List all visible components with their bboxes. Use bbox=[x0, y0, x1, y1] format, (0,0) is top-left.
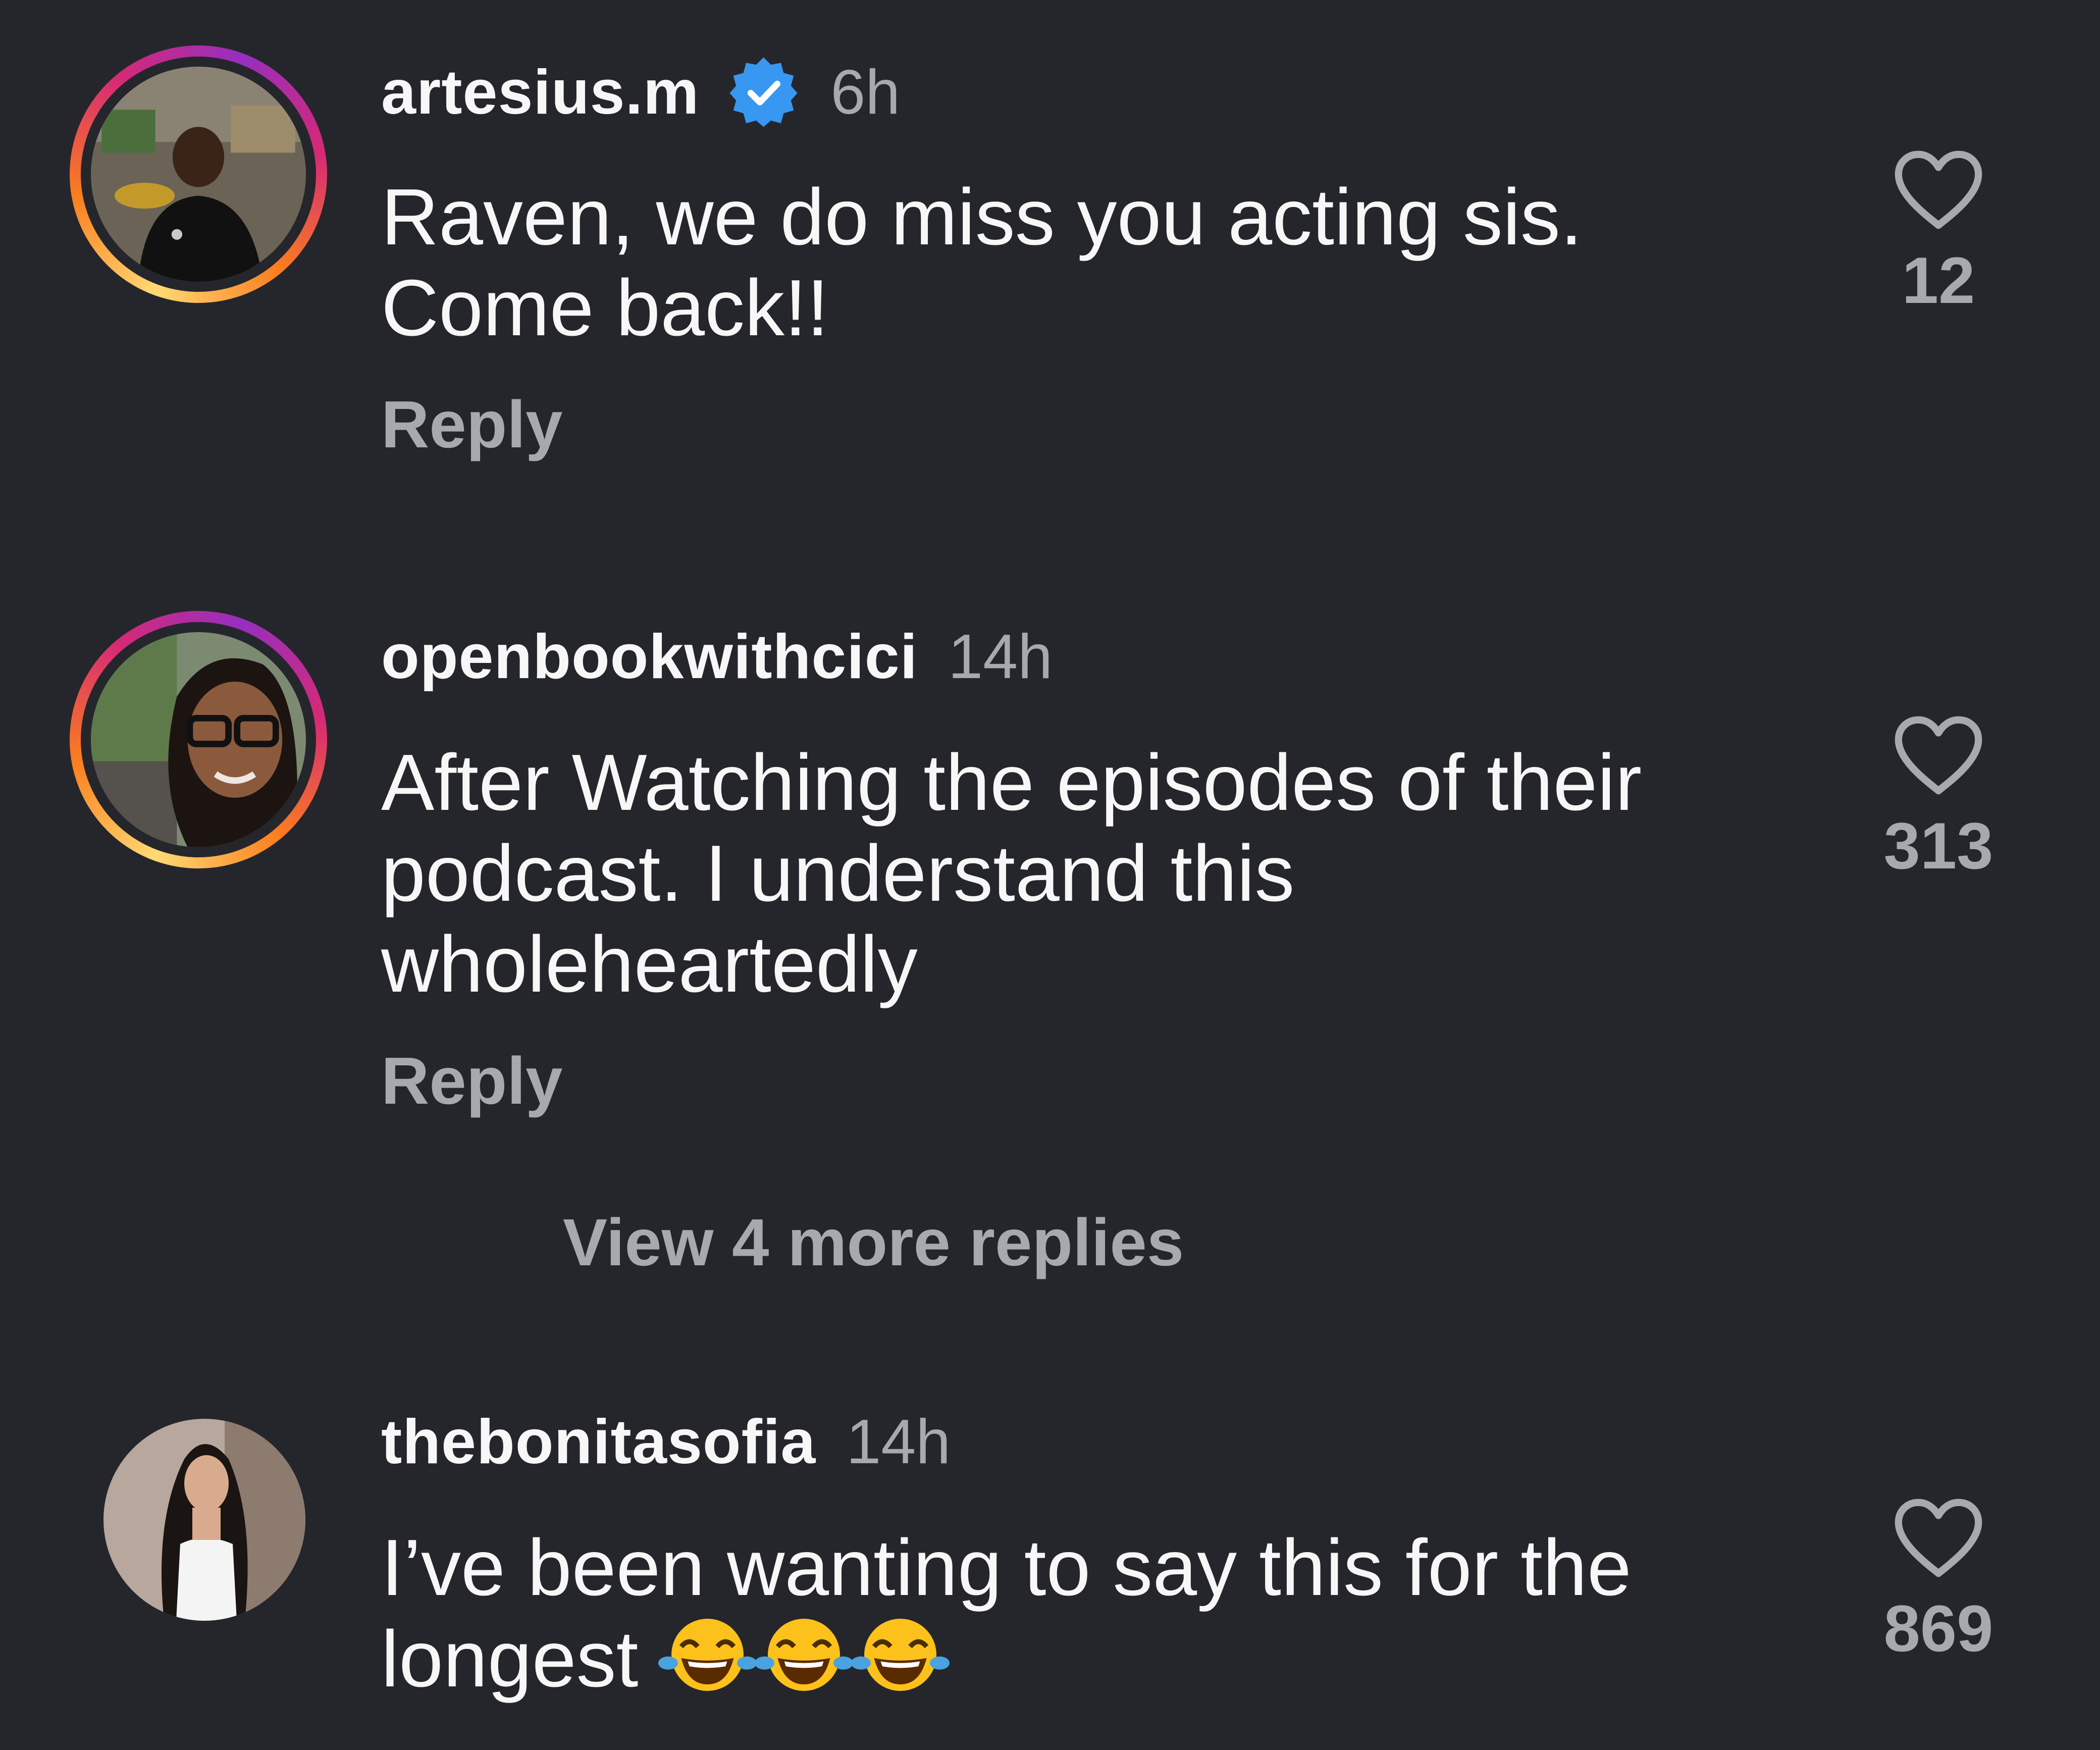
reply-button[interactable]: Reply bbox=[381, 1043, 562, 1119]
verified-badge-icon bbox=[729, 57, 798, 127]
comment-header: artesius.m 6h bbox=[381, 56, 900, 129]
heart-outline-icon[interactable] bbox=[1891, 1495, 1986, 1580]
like-count: 12 bbox=[1902, 243, 1975, 317]
comment-text-line: I’ve been wanting to say this for the bbox=[381, 1523, 1632, 1612]
face-with-tears-of-joy-icon bbox=[658, 1619, 757, 1691]
view-more-replies-button[interactable]: View 4 more replies bbox=[563, 1204, 1184, 1280]
like-control: 12 bbox=[1863, 146, 2014, 318]
username[interactable]: thebonitasofia bbox=[381, 1406, 816, 1478]
comment-text-line: Come back!! bbox=[381, 264, 829, 352]
face-with-tears-of-joy-icon bbox=[755, 1619, 854, 1691]
avatar-photo-thebonitasofia bbox=[103, 1419, 305, 1621]
comment-text-word: longest bbox=[381, 1615, 639, 1704]
comment-time: 14h bbox=[846, 1407, 951, 1477]
face-with-tears-of-joy-icon bbox=[851, 1619, 950, 1691]
comment-text: I’ve been wanting to say this for the lo… bbox=[381, 1522, 1632, 1705]
comment-text-line: Raven, we do miss you acting sis. bbox=[381, 173, 1583, 262]
avatar-photo-artesius bbox=[91, 67, 306, 282]
like-control: 313 bbox=[1863, 712, 2014, 884]
avatar-photo-openbookwithcici bbox=[91, 632, 306, 847]
like-count: 313 bbox=[1883, 809, 1993, 883]
username[interactable]: openbookwithcici bbox=[381, 621, 918, 693]
username[interactable]: artesius.m bbox=[381, 57, 699, 128]
comment-header: thebonitasofia 14h bbox=[381, 1406, 951, 1478]
like-control: 869 bbox=[1863, 1495, 2014, 1666]
comment-header: openbookwithcici 14h bbox=[381, 621, 1053, 693]
avatar-artesius[interactable] bbox=[70, 45, 327, 303]
heart-outline-icon[interactable] bbox=[1891, 146, 1986, 232]
heart-outline-icon[interactable] bbox=[1891, 712, 1986, 798]
avatar-thebonitasofia[interactable] bbox=[103, 1419, 305, 1621]
comment-time: 6h bbox=[830, 57, 901, 127]
comment-text: After Watching the episodes of their pod… bbox=[381, 737, 1642, 1010]
reply-button[interactable]: Reply bbox=[381, 386, 562, 462]
comment-text-line: After Watching the episodes of their bbox=[381, 738, 1642, 827]
comment-time: 14h bbox=[948, 622, 1053, 692]
comment-text-line: wholeheartedly bbox=[381, 920, 918, 1009]
comment-text: Raven, we do miss you acting sis. Come b… bbox=[381, 172, 1583, 353]
comment-text-line: podcast. I understand this bbox=[381, 829, 1295, 918]
like-count: 869 bbox=[1883, 1591, 1993, 1665]
comment-text-line: longest bbox=[381, 1613, 1632, 1705]
avatar-openbookwithcici[interactable] bbox=[70, 611, 327, 868]
